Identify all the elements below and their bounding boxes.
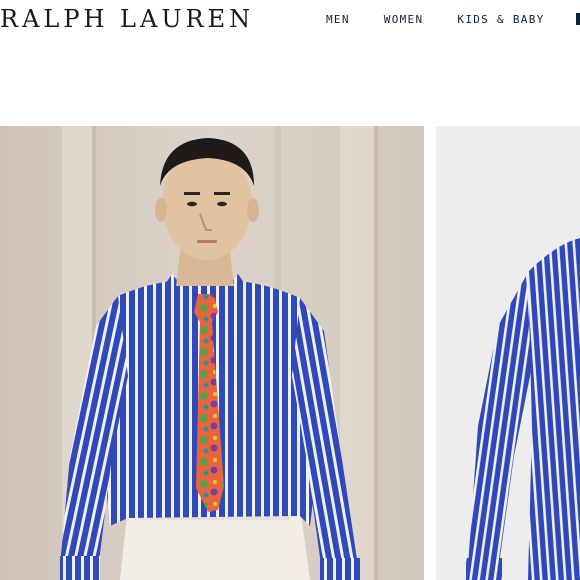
product-image-model [0, 126, 424, 580]
nav-item-women[interactable]: WOMEN [384, 13, 424, 26]
product-card-model[interactable] [0, 126, 424, 580]
site-header: RALPH LAUREN MEN WOMEN KIDS & BABY [0, 0, 580, 40]
main-nav: MEN WOMEN KIDS & BABY [326, 13, 545, 26]
nav-item-more[interactable] [576, 13, 580, 25]
nav-item-men[interactable]: MEN [326, 13, 350, 26]
brand-logo[interactable]: RALPH LAUREN [0, 4, 254, 34]
product-card-shirt[interactable] [436, 126, 580, 580]
product-image-shirt [436, 126, 580, 580]
page: RALPH LAUREN MEN WOMEN KIDS & BABY [0, 0, 580, 580]
nav-item-kids-baby[interactable]: KIDS & BABY [457, 13, 544, 26]
